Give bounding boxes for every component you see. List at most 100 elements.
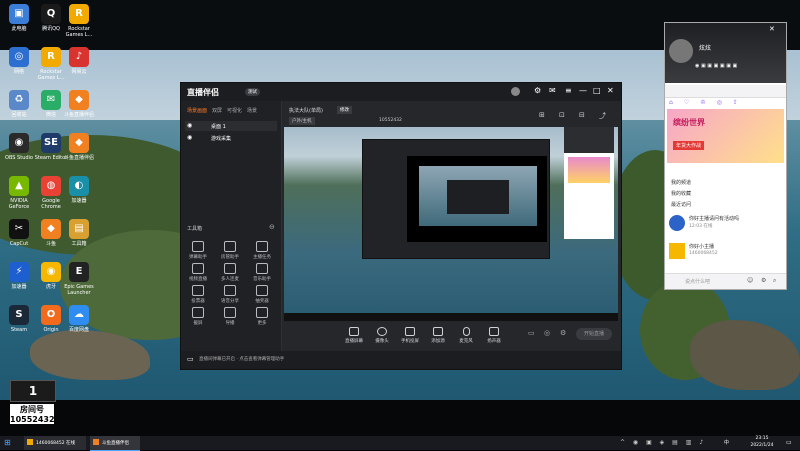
room-badge-label: 房间号 [10,404,54,415]
desktop-icon-label: 工具箱 [71,241,87,247]
tool-button[interactable]: 语音分享 [215,285,245,304]
section-favorites[interactable]: 我的收藏 [671,190,691,197]
status-notice[interactable]: 直播间弹幕已开启 · 点击查看弹幕管理助手 [199,356,284,362]
chat-input[interactable]: 说点什么吧 [685,278,710,285]
phone-cast-button[interactable]: 手机投屏 [398,327,422,344]
tool-button[interactable]: 主播任务 [247,241,277,260]
tool-button[interactable]: 房管助手 [215,241,245,260]
desktop-icon[interactable]: ♪ 网易云 [60,47,98,75]
add-source-button[interactable]: 添加源 [426,327,450,344]
tool-button[interactable]: 截屏 [183,307,213,326]
edit-title-button[interactable]: 修改 [337,106,352,114]
desktop-icon[interactable]: R Rockstar Games L... [60,4,98,38]
lock-icon[interactable]: ⊡ [559,111,565,119]
list-item[interactable]: 你好主播请问有活动吗 12:03 在线 [669,213,782,239]
record-icon[interactable]: ▭ [528,329,535,337]
settings-icon[interactable]: ⚙ [560,329,566,337]
source-item[interactable]: ◉ 游戏采集 [185,133,277,143]
desktop-icon[interactable]: E Epic Games Launcher [60,262,98,296]
tool-label: 多人连麦 [221,277,239,282]
room-badge-logo: 1 [10,380,56,402]
source-item[interactable]: ◉ 桌面 1 [185,121,277,131]
maximize-icon[interactable]: □ [593,86,601,95]
origin-icon: O [41,305,61,325]
tab-dual-screen[interactable]: 双屏 [212,107,222,114]
avatar[interactable] [511,87,520,96]
message-sub: 1460068452 [689,251,718,256]
app-icon [93,439,99,445]
recycle-bin-icon: ♻ [9,90,29,110]
camera-button[interactable]: 摄像头 [370,327,394,344]
accelerator-icon: ⚡ [9,262,29,282]
desktop-icon[interactable]: ◐ 加速器 [60,176,98,204]
tray-icons[interactable]: ^ ◉ ▣ ◈ ▤ ▥ ♪ [620,439,706,446]
start-live-button[interactable]: 开始直播 [576,328,612,340]
taskbar-item[interactable]: 斗鱼直播伴侣 [90,436,140,451]
section-my-channel[interactable]: 我的频道 [671,179,691,186]
window-titlebar[interactable]: 直播伴侣 测试 ⚙ ✉ ≡ — □ ✕ [181,83,621,101]
tool-icon [256,285,268,296]
emoji-icon[interactable]: ☺ [747,277,753,284]
speaker-button[interactable]: 扬声器 [482,327,506,344]
share-icon[interactable]: ⤴ [599,111,606,121]
settings-icon[interactable]: ⚙ [534,86,541,95]
tab-scenes[interactable]: 场景 [247,107,257,114]
list-item[interactable]: 你好小主播 1460068452 [669,241,782,267]
desktop-icon[interactable]: ▤ 工具箱 [60,219,98,247]
toolbox-icon: ▤ [69,219,89,239]
status-bar: ▭ 直播间弹幕已开启 · 点击查看弹幕管理助手 [181,351,621,369]
start-icon[interactable]: ⊞ [4,438,11,447]
close-icon[interactable]: ✕ [769,25,775,33]
minimize-icon[interactable]: — [579,86,587,95]
section-recent[interactable]: 最近访问 [671,201,691,208]
screen-capture-button[interactable]: 直播屏幕 [342,327,366,344]
settings-icon[interactable]: ⚙ [761,277,766,284]
netease-music-icon: ♪ [69,47,89,67]
control-label: 麦克风 [459,339,473,344]
close-icon[interactable]: ✕ [607,86,614,95]
desktop-icon[interactable]: ◆ 斗鱼直播伴侣 [60,90,98,118]
category-tag[interactable]: 户外/主机 [289,117,315,125]
tool-button[interactable]: 抽奖器 [247,285,277,304]
tab-scene[interactable]: 场景画面 [187,107,207,114]
desktop-icon-label: Epic Games Launcher [64,284,94,296]
chat-tab-icons[interactable]: ⌂♡♔◎⇪ [669,99,781,107]
tool-button[interactable]: 多人连麦 [215,263,245,282]
layout-icon[interactable]: ⊞ [539,111,545,119]
clock-date[interactable]: 2022/1/24 [742,443,782,448]
search-icon[interactable]: ⌕ [773,277,776,285]
desktop-icon-label: 加速器 [71,198,87,204]
tool-icon [256,263,268,274]
toolbox-more-icon[interactable]: ⊖ [269,223,275,231]
tool-icon [192,307,204,318]
tool-button[interactable]: 导播 [215,307,245,326]
tool-label: 抽奖器 [255,299,269,304]
tab-visual[interactable]: 可视化 [227,107,242,114]
notification-icon[interactable]: ▭ [786,439,792,446]
eye-icon[interactable]: ◎ [544,329,550,337]
clock-time[interactable]: 23:15 [747,436,777,441]
ime-indicator[interactable]: 中 [724,439,729,446]
desktop-icon[interactable]: ☁ 百度网盘 [60,305,98,333]
chat-search[interactable] [665,85,786,98]
desktop-icon[interactable]: ◆ 斗鱼直播伴侣 [60,133,98,161]
tool-button[interactable]: 更多 [247,307,277,326]
tool-button[interactable]: 音乐助手 [247,263,277,282]
preview-canvas[interactable] [284,127,618,321]
eye-icon[interactable]: ◉ [187,134,192,141]
mail-icon[interactable]: ✉ [549,86,556,95]
avatar[interactable] [669,39,693,63]
tool-button[interactable]: 弹幕助手 [183,241,213,260]
chat-banner[interactable]: 缤纷世界 年货大作战 [667,109,784,163]
capture-icon[interactable]: ⊟ [579,111,585,119]
stream-title[interactable]: 执法大队(单局) [289,107,323,114]
tool-button[interactable]: 视频直播 [183,263,213,282]
menu-icon[interactable]: ≡ [565,86,572,95]
eye-icon[interactable]: ◉ [187,122,192,129]
douyu-companion-icon: ◆ [69,90,89,110]
rockstar-icon: R [69,4,89,24]
tool-button[interactable]: 投票器 [183,285,213,304]
douyu-icon: ◆ [41,219,61,239]
microphone-button[interactable]: 麦克风 [454,327,478,344]
taskbar-item[interactable]: 1460068452 在线 [24,436,86,450]
